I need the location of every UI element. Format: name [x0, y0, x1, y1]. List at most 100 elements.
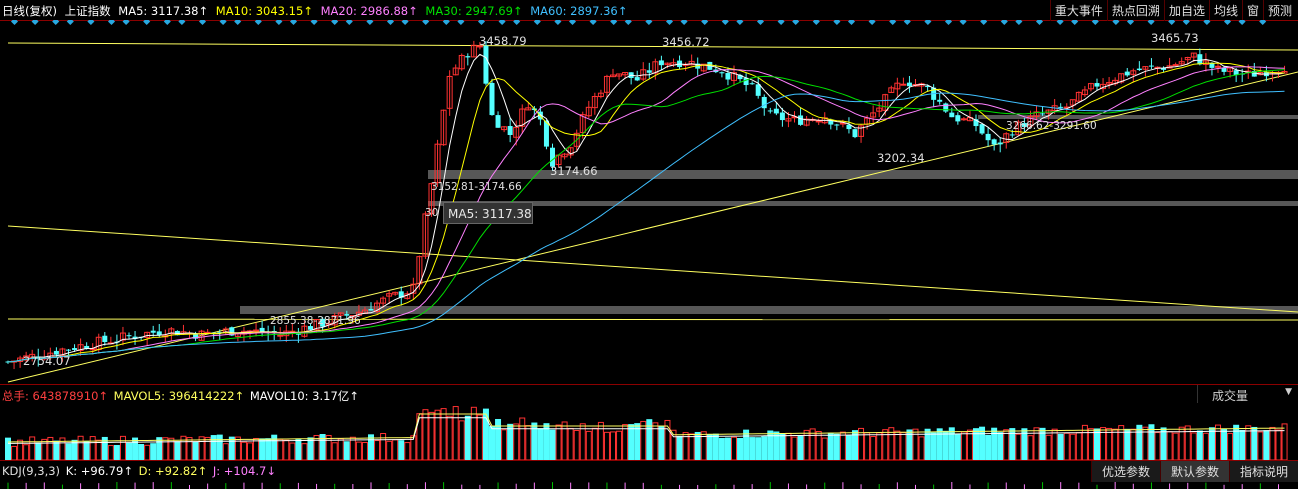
candle-body: [955, 115, 961, 122]
volume-bar: [392, 439, 399, 460]
event-diamond-icon: [366, 20, 374, 26]
default-params-button[interactable]: 默认参数: [1159, 461, 1229, 482]
volume-bar: [731, 436, 737, 460]
event-diamond-icon: [289, 20, 298, 26]
volume-bar: [301, 443, 308, 460]
event-markers[interactable]: [10, 20, 1267, 26]
volume-bar: [1027, 435, 1034, 460]
kdj-header-bar: KDJ(9,3,3) K: +96.79↑ D: +92.82↑ J: +104…: [0, 460, 1298, 482]
volume-bar: [283, 439, 290, 460]
candle-body: [1040, 113, 1046, 115]
volume-bar: [785, 432, 792, 460]
volume-bar: [936, 428, 943, 460]
volume-bar: [47, 436, 54, 460]
volume-bar: [1275, 429, 1282, 460]
candle-body: [126, 335, 132, 337]
event-diamond-icon: [889, 20, 897, 26]
event-diamond-icon: [457, 20, 465, 26]
add-watchlist-button[interactable]: 加自选: [1163, 0, 1209, 21]
candle-body: [489, 82, 495, 116]
volume-bar: [603, 431, 610, 460]
volume-bar: [11, 445, 18, 460]
volume-bar: [827, 432, 834, 460]
event-diamond-icon: [533, 20, 541, 26]
chart-type-label[interactable]: 日线(复权): [2, 4, 57, 18]
volume-bar: [1075, 432, 1082, 460]
volume-bar: [446, 415, 453, 460]
volume-bar: [1190, 432, 1197, 460]
volume-bar: [979, 426, 986, 460]
volume-bar: [95, 439, 102, 460]
candle-body: [997, 142, 1003, 145]
gap-band-1: [428, 201, 1298, 206]
price-chart[interactable]: 3458.79 3456.72 3465.73 3174.66 3202.34 …: [0, 20, 1298, 384]
volume-bar: [156, 437, 163, 460]
forecast-button[interactable]: 预测: [1262, 0, 1296, 21]
volume-bar: [1051, 428, 1058, 460]
volume-bar: [876, 432, 883, 460]
low-label-2: 3202.34: [877, 151, 925, 165]
volume-bar: [1136, 424, 1143, 460]
event-diamond-icon: [219, 20, 227, 26]
volume-bar: [628, 424, 635, 460]
candle-body: [943, 103, 949, 112]
event-diamond-icon: [310, 20, 318, 26]
volume-bars: [5, 406, 1288, 460]
candle-body: [646, 70, 652, 73]
volume-bar: [930, 432, 937, 460]
volume-select-label: 成交量: [1212, 389, 1249, 403]
event-diamond-icon: [812, 20, 820, 26]
volume-bar: [386, 440, 393, 460]
window-button[interactable]: 窗: [1241, 0, 1263, 21]
optimal-params-button[interactable]: 优选参数: [1090, 461, 1160, 482]
volume-bar: [1184, 425, 1191, 460]
volume-indicator-select[interactable]: 成交量 ▼: [1197, 385, 1298, 403]
volume-bar: [247, 442, 253, 460]
volume-bar: [162, 437, 169, 460]
hotspot-review-button[interactable]: 热点回溯: [1106, 0, 1164, 21]
volume-bar: [349, 436, 356, 460]
volume-bar: [761, 436, 768, 460]
volume-bar: [555, 424, 562, 460]
volume-bar: [464, 415, 471, 460]
volume-bar: [331, 442, 338, 460]
event-diamond-icon: [198, 20, 207, 26]
volume-bar: [240, 441, 247, 460]
volume-bar: [1221, 428, 1228, 460]
volume-bar: [501, 429, 508, 460]
event-diamond-icon: [1168, 20, 1176, 26]
mavol5-value: MAVOL5: 396414222↑: [113, 389, 245, 403]
candle-body: [1058, 106, 1064, 108]
major-events-button[interactable]: 重大事件: [1049, 0, 1107, 21]
candle-body: [253, 329, 260, 332]
event-diamond-icon: [1112, 20, 1120, 26]
candle-body: [1009, 134, 1015, 136]
kdj-chart: [7, 482, 1279, 489]
candle-body: [960, 118, 967, 121]
ma20-value: MA20: 2986.88↑: [320, 4, 418, 18]
candle-body: [634, 77, 640, 81]
event-diamond-icon: [1035, 20, 1044, 26]
event-diamond-icon: [1238, 20, 1246, 26]
volume-chart[interactable]: [0, 403, 1298, 460]
indicator-help-button[interactable]: 指标说明: [1228, 461, 1298, 482]
volume-bar: [1269, 426, 1276, 460]
volume-bar: [942, 430, 949, 460]
volume-bar: [749, 437, 756, 460]
volume-bar: [1069, 433, 1076, 460]
volume-bar: [561, 421, 568, 460]
volume-bar: [313, 434, 320, 460]
volume-bar: [597, 421, 604, 460]
event-diamond-icon: [721, 20, 729, 26]
volume-bar: [53, 440, 60, 460]
candle-body: [755, 84, 761, 96]
ma5-tooltip: MA5: 3117.38: [443, 202, 533, 224]
candle-body: [102, 335, 108, 343]
volume-bar: [398, 440, 405, 460]
event-diamond-icon: [568, 20, 577, 26]
ma-settings-button[interactable]: 均线: [1208, 0, 1242, 21]
event-diamond-icon: [345, 20, 353, 26]
event-diamond-icon: [833, 20, 841, 26]
volume-bar: [216, 434, 223, 460]
event-diamond-icon: [331, 20, 339, 26]
